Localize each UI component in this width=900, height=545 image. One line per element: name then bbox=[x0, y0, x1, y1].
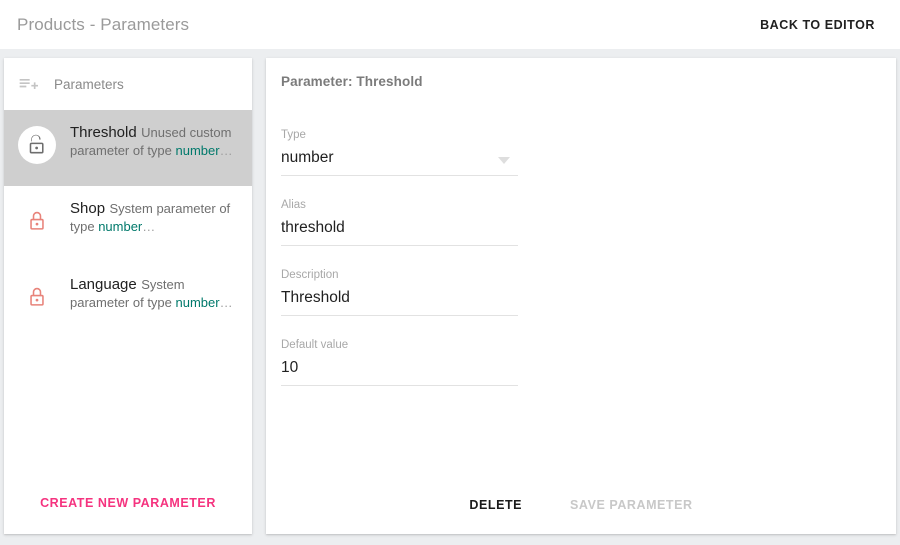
field-description-label: Description bbox=[281, 269, 339, 281]
default-value-input[interactable]: 10 bbox=[281, 358, 518, 386]
parameters-list-header: Parameters bbox=[4, 58, 252, 110]
save-parameter-button[interactable]: SAVE PARAMETER bbox=[564, 488, 699, 522]
list-item-name: Language bbox=[70, 276, 137, 293]
list-item-language[interactable]: Language System parameter of type number… bbox=[4, 262, 252, 338]
create-new-parameter-button[interactable]: CREATE NEW PARAMETER bbox=[4, 486, 252, 520]
parameters-list: Threshold Unused custom parameter of typ… bbox=[4, 110, 252, 338]
list-item-text: Threshold Unused custom parameter of typ… bbox=[70, 122, 238, 160]
parameter-form: Type number Alias threshold Description … bbox=[281, 128, 518, 408]
list-item-ellipsis: … bbox=[219, 295, 233, 310]
delete-button[interactable]: DELETE bbox=[463, 488, 528, 522]
parameter-detail-title: Parameter: Threshold bbox=[281, 74, 423, 89]
field-alias-label: Alias bbox=[281, 199, 306, 211]
parameter-detail-actions: DELETE SAVE PARAMETER bbox=[266, 488, 896, 522]
list-item-type: number bbox=[175, 143, 220, 158]
parameters-list-header-label: Parameters bbox=[54, 76, 124, 92]
list-item-shop[interactable]: Shop System parameter of type number… bbox=[4, 186, 252, 262]
lock-open-icon bbox=[18, 126, 56, 164]
list-item-ellipsis: … bbox=[219, 143, 233, 158]
description-input[interactable]: Threshold bbox=[281, 288, 518, 316]
parameters-list-card: Parameters Threshold Unused custom param… bbox=[4, 58, 252, 534]
list-item-ellipsis: … bbox=[142, 219, 156, 234]
alias-input[interactable]: threshold bbox=[281, 218, 518, 246]
list-item-threshold[interactable]: Threshold Unused custom parameter of typ… bbox=[4, 110, 252, 186]
lock-closed-icon bbox=[18, 278, 56, 316]
list-item-type: number bbox=[98, 219, 143, 234]
field-alias: Alias threshold bbox=[281, 198, 518, 246]
type-select[interactable]: number bbox=[281, 148, 518, 176]
field-type: Type number bbox=[281, 128, 518, 176]
back-to-editor-button[interactable]: BACK TO EDITOR bbox=[752, 12, 883, 38]
field-description: Description Threshold bbox=[281, 268, 518, 316]
field-default-value-label: Default value bbox=[281, 339, 349, 351]
lock-closed-icon bbox=[18, 202, 56, 240]
parameter-detail-card: Parameter: Threshold Type number Alias t… bbox=[266, 58, 896, 534]
app-bar: Products - Parameters BACK TO EDITOR bbox=[0, 0, 900, 49]
field-default-value: Default value 10 bbox=[281, 338, 518, 386]
page-title: Products - Parameters bbox=[17, 14, 190, 34]
chevron-down-icon[interactable] bbox=[498, 157, 510, 164]
list-item-name: Shop bbox=[70, 200, 106, 217]
list-item-name: Threshold bbox=[70, 124, 137, 141]
list-item-text: Shop System parameter of type number… bbox=[70, 198, 238, 236]
list-item-text: Language System parameter of type number… bbox=[70, 274, 238, 312]
field-type-label: Type bbox=[281, 129, 306, 141]
list-item-type: number bbox=[175, 295, 220, 310]
playlist-add-icon bbox=[18, 74, 38, 94]
